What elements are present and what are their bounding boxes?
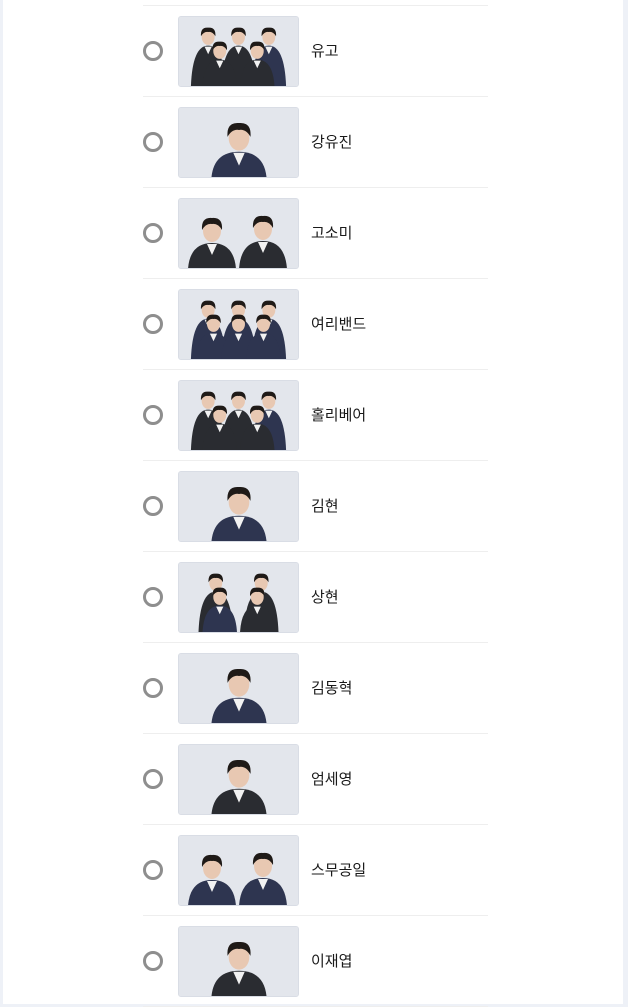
group-photo-icon — [178, 289, 299, 360]
candidate-photo-image — [179, 654, 298, 723]
candidate-name: 김동혁 — [311, 679, 353, 697]
candidate-photo-image — [179, 927, 298, 996]
candidate-name: 홀리베어 — [311, 406, 367, 424]
candidate-name: 김현 — [311, 497, 339, 515]
candidate-name: 상현 — [311, 588, 339, 606]
candidate-name: 스무공일 — [311, 861, 367, 879]
candidate-list: 유고 강유진 고소미 여리밴드 홀리베어 김현 상현 김동혁 엄세영 스무공일 — [143, 5, 488, 1007]
candidate-option-2[interactable]: 강유진 — [143, 97, 488, 188]
group-photo-icon — [178, 16, 299, 87]
person-photo-icon — [178, 653, 299, 724]
radio-button[interactable] — [143, 769, 163, 789]
candidate-option-6[interactable]: 김현 — [143, 461, 488, 552]
vote-card: 유고 강유진 고소미 여리밴드 홀리베어 김현 상현 김동혁 엄세영 스무공일 — [3, 0, 623, 1007]
group-photo-icon — [178, 562, 299, 633]
radio-button[interactable] — [143, 951, 163, 971]
candidate-photo-image — [179, 563, 298, 632]
candidate-option-4[interactable]: 여리밴드 — [143, 279, 488, 370]
person-photo-icon — [178, 471, 299, 542]
radio-button[interactable] — [143, 496, 163, 516]
person-photo-icon — [178, 744, 299, 815]
candidate-name: 유고 — [311, 42, 339, 60]
candidate-photo-image — [179, 836, 298, 905]
candidate-option-11[interactable]: 이재엽 — [143, 916, 488, 1007]
candidate-photo-image — [179, 17, 298, 86]
radio-button[interactable] — [143, 132, 163, 152]
radio-button[interactable] — [143, 678, 163, 698]
radio-button[interactable] — [143, 223, 163, 243]
candidate-option-5[interactable]: 홀리베어 — [143, 370, 488, 461]
radio-button[interactable] — [143, 314, 163, 334]
candidate-photo-image — [179, 290, 298, 359]
candidate-name: 고소미 — [311, 224, 353, 242]
candidate-photo-image — [179, 381, 298, 450]
group-photo-icon — [178, 380, 299, 451]
candidate-name: 엄세영 — [311, 770, 353, 788]
candidate-photo-image — [179, 199, 298, 268]
duo-photo-icon — [178, 835, 299, 906]
candidate-name: 여리밴드 — [311, 315, 367, 333]
radio-button[interactable] — [143, 587, 163, 607]
candidate-option-8[interactable]: 김동혁 — [143, 643, 488, 734]
radio-button[interactable] — [143, 405, 163, 425]
person-photo-icon — [178, 107, 299, 178]
candidate-option-9[interactable]: 엄세영 — [143, 734, 488, 825]
radio-button[interactable] — [143, 860, 163, 880]
radio-button[interactable] — [143, 41, 163, 61]
candidate-option-7[interactable]: 상현 — [143, 552, 488, 643]
candidate-photo-image — [179, 472, 298, 541]
candidate-photo-image — [179, 745, 298, 814]
candidate-name: 강유진 — [311, 133, 353, 151]
candidate-option-10[interactable]: 스무공일 — [143, 825, 488, 916]
duo-photo-icon — [178, 198, 299, 269]
candidate-name: 이재엽 — [311, 952, 353, 970]
candidate-option-1[interactable]: 유고 — [143, 6, 488, 97]
candidate-photo-image — [179, 108, 298, 177]
person-photo-icon — [178, 926, 299, 997]
candidate-option-3[interactable]: 고소미 — [143, 188, 488, 279]
